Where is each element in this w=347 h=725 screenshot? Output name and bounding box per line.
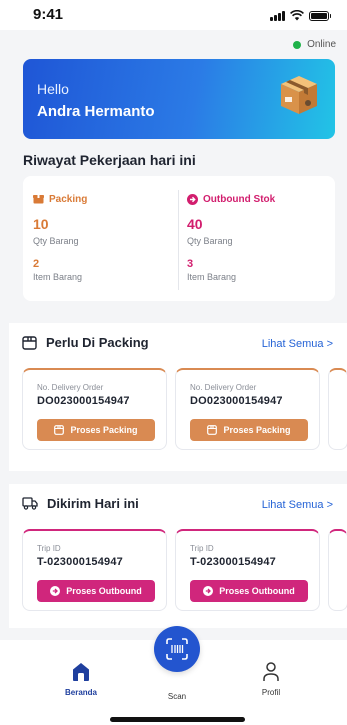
packing-qty-label: Qty Barang (33, 236, 79, 246)
outbound-items-value: 3 (187, 258, 194, 270)
trip-card-partial[interactable] (328, 529, 347, 611)
delivery-see-all-link[interactable]: Lihat Semua > (262, 499, 333, 511)
packing-see-all-link[interactable]: Lihat Semua > (262, 338, 333, 350)
tab-beranda[interactable]: Beranda (46, 660, 116, 697)
packing-card-list[interactable]: No. Delivery Order DO023000154947 Proses… (22, 368, 347, 450)
bottom-tab-bar: Beranda Scan Profil (0, 626, 347, 725)
summary-divider (178, 190, 179, 290)
greeting-banner: Hello Andra Hermanto (23, 59, 335, 139)
scan-button[interactable] (154, 626, 200, 672)
trip-id: T-023000154947 (190, 556, 276, 568)
wifi-icon (290, 10, 304, 21)
order-label: No. Delivery Order (190, 383, 257, 392)
packing-items-label: Item Barang (33, 272, 83, 282)
tab-profil[interactable]: Profil (236, 660, 306, 697)
packing-qty-value: 10 (33, 216, 49, 232)
trip-label: Trip ID (190, 544, 214, 553)
delivery-section-header: Dikirim Hari ini (22, 496, 139, 511)
trip-card[interactable]: Trip ID T-023000154947 Proses Outbound (175, 529, 320, 611)
packing-section-title: Perlu Di Packing (46, 335, 149, 350)
home-icon (73, 663, 89, 681)
outbound-qty-label: Qty Barang (187, 236, 233, 246)
process-outbound-label: Proses Outbound (219, 586, 295, 596)
trip-label: Trip ID (37, 544, 61, 553)
packing-order-card[interactable]: No. Delivery Order DO023000154947 Proses… (175, 368, 320, 450)
packing-items-value: 2 (33, 258, 40, 270)
process-packing-label: Proses Packing (223, 425, 291, 435)
delivery-section-title: Dikirim Hari ini (47, 496, 139, 511)
outbound-summary-label: Outbound Stok (203, 193, 276, 205)
user-name: Andra Hermanto (37, 103, 155, 120)
signal-icon (270, 11, 285, 21)
package-icon (54, 425, 65, 435)
online-indicator: Online (293, 39, 336, 50)
order-number: DO023000154947 (37, 395, 130, 407)
online-dot-icon (293, 40, 302, 49)
tab-profil-label: Profil (261, 688, 281, 697)
profile-icon (263, 662, 279, 681)
outbound-arrow-icon (187, 193, 198, 205)
delivery-section: Dikirim Hari ini Lihat Semua > Trip ID T… (9, 484, 347, 628)
scan-icon (166, 638, 188, 660)
arrow-right-circle-icon (203, 586, 214, 596)
package-outline-icon (22, 335, 37, 350)
package-icon (207, 425, 218, 435)
status-time: 9:41 (33, 6, 64, 23)
packing-order-card-partial[interactable] (328, 368, 347, 450)
process-packing-label: Proses Packing (70, 425, 138, 435)
packing-summary-label: Packing (49, 193, 88, 205)
outbound-summary: Outbound Stok 40 Qty Barang 3 Item Baran… (187, 193, 327, 282)
trip-card[interactable]: Trip ID T-023000154947 Proses Outbound (22, 529, 167, 611)
order-number: DO023000154947 (190, 395, 283, 407)
process-outbound-button[interactable]: Proses Outbound (37, 580, 155, 602)
status-bar: 9:41 (0, 0, 347, 30)
tab-scan-label: Scan (167, 692, 187, 701)
process-outbound-label: Proses Outbound (66, 586, 142, 596)
today-summary-card: Packing 10 Qty Barang 2 Item Barang Outb… (23, 176, 335, 301)
outbound-items-label: Item Barang (187, 272, 237, 282)
tab-scan[interactable]: Scan (142, 692, 212, 701)
arrow-right-circle-icon (50, 586, 61, 596)
packing-box-icon (33, 194, 44, 204)
outbound-qty-value: 40 (187, 216, 203, 232)
battery-icon (309, 11, 331, 21)
system-icons (270, 10, 331, 21)
package-box-icon (281, 76, 317, 114)
outbound-summary-header: Outbound Stok (187, 193, 327, 205)
delivery-card-list[interactable]: Trip ID T-023000154947 Proses Outbound T… (22, 529, 347, 611)
packing-section: Perlu Di Packing Lihat Semua > No. Deliv… (9, 323, 347, 471)
home-indicator (110, 717, 245, 722)
truck-icon (22, 497, 38, 510)
today-work-title: Riwayat Pekerjaan hari ini (23, 152, 196, 168)
process-packing-button[interactable]: Proses Packing (37, 419, 155, 441)
packing-order-card[interactable]: No. Delivery Order DO023000154947 Proses… (22, 368, 167, 450)
packing-summary-header: Packing (33, 193, 173, 205)
process-packing-button[interactable]: Proses Packing (190, 419, 308, 441)
greeting-hello: Hello (37, 81, 69, 97)
process-outbound-button[interactable]: Proses Outbound (190, 580, 308, 602)
trip-id: T-023000154947 (37, 556, 123, 568)
packing-section-header: Perlu Di Packing (22, 335, 149, 350)
packing-summary: Packing 10 Qty Barang 2 Item Barang (33, 193, 173, 282)
tab-beranda-label: Beranda (64, 688, 97, 697)
order-label: No. Delivery Order (37, 383, 104, 392)
online-label: Online (307, 39, 336, 50)
